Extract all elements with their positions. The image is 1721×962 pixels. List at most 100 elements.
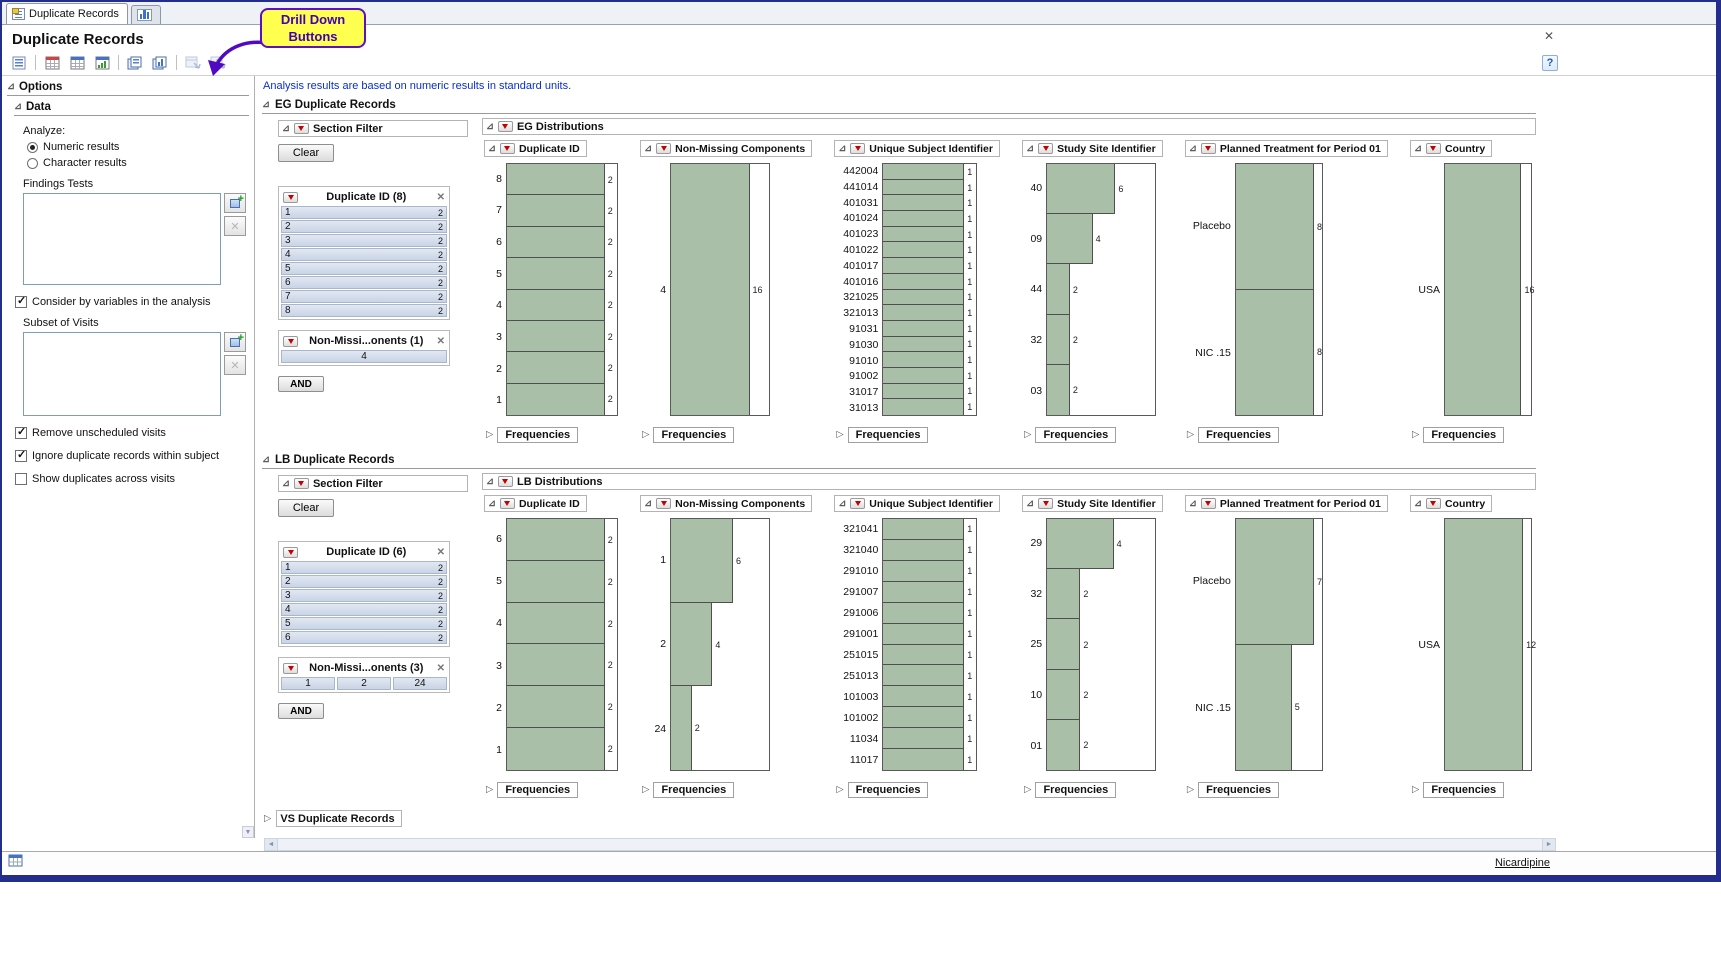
histogram-bar[interactable] <box>1236 645 1292 771</box>
findings-tests-listbox[interactable] <box>23 193 221 285</box>
frequencies-button[interactable]: Frequencies <box>848 427 929 443</box>
red-triangle-menu-icon[interactable] <box>283 192 298 203</box>
filter-item[interactable]: 82 <box>281 304 447 317</box>
filter-item[interactable]: 32 <box>281 234 447 247</box>
red-triangle-menu-icon[interactable] <box>1038 143 1053 154</box>
disclosure-collapsed-icon[interactable] <box>642 430 649 440</box>
histogram-bar[interactable] <box>883 195 964 211</box>
histogram-bar[interactable] <box>1236 164 1314 290</box>
filter-item[interactable]: 2 <box>337 677 391 690</box>
histogram-bar[interactable] <box>883 211 964 227</box>
histogram-bar[interactable] <box>883 519 964 540</box>
radio-numeric-results[interactable]: Numeric results <box>27 141 249 153</box>
histogram-plot[interactable]: 16 <box>1444 163 1532 416</box>
options-header[interactable]: Options <box>7 79 249 96</box>
red-triangle-menu-icon[interactable] <box>500 498 515 509</box>
histogram-bar[interactable] <box>883 258 964 274</box>
disclosure-expanded-icon[interactable] <box>1026 144 1034 154</box>
histogram-bar[interactable] <box>507 603 605 645</box>
histogram-bar[interactable] <box>1445 519 1523 770</box>
histogram-bar[interactable] <box>671 519 733 603</box>
histogram-bar[interactable] <box>1047 569 1080 619</box>
disclosure-expanded-icon[interactable] <box>7 82 15 92</box>
disclosure-collapsed-icon[interactable] <box>1412 785 1419 795</box>
histogram-bar[interactable] <box>883 707 964 728</box>
histogram-plot[interactable]: 111111111111 <box>882 518 977 771</box>
frequencies-button[interactable]: Frequencies <box>1035 427 1116 443</box>
close-icon[interactable]: ✕ <box>1544 29 1554 43</box>
red-triangle-menu-icon[interactable] <box>294 123 309 134</box>
red-triangle-menu-icon[interactable] <box>656 143 671 154</box>
disclosure-collapsed-icon[interactable] <box>1024 430 1031 440</box>
histogram-bar[interactable] <box>1047 670 1080 720</box>
collapsed-section-header[interactable]: VS Duplicate Records <box>276 810 401 827</box>
help-button[interactable]: ? <box>1542 55 1558 71</box>
disclosure-expanded-icon[interactable] <box>486 477 494 487</box>
disclosure-collapsed-icon[interactable] <box>486 430 493 440</box>
histogram-bar[interactable] <box>883 665 964 686</box>
disclosure-expanded-icon[interactable] <box>488 499 496 509</box>
histogram-bar[interactable] <box>1047 315 1070 365</box>
add-findings-tests-button[interactable]: + <box>224 193 246 213</box>
filter-item[interactable]: 22 <box>281 575 447 588</box>
red-triangle-menu-icon[interactable] <box>1201 143 1216 154</box>
show-report-icon[interactable] <box>126 55 144 71</box>
red-triangle-menu-icon[interactable] <box>1426 143 1441 154</box>
close-filter-icon[interactable]: ✕ <box>437 336 445 347</box>
horizontal-scrollbar[interactable]: ◄ ► <box>264 838 1556 851</box>
histogram-bar[interactable] <box>883 274 964 290</box>
histogram-bar[interactable] <box>507 384 605 415</box>
show-graph-icon[interactable] <box>151 55 169 71</box>
histogram-bar[interactable] <box>671 686 692 770</box>
disclosure-expanded-icon[interactable] <box>282 124 290 134</box>
histogram-bar[interactable] <box>883 180 964 196</box>
add-subset-visits-button[interactable]: + <box>224 332 246 352</box>
red-triangle-menu-icon[interactable] <box>498 476 513 487</box>
histogram-bar[interactable] <box>883 686 964 707</box>
histogram-plot[interactable]: 22222222 <box>506 163 618 416</box>
filter-item[interactable]: 52 <box>281 262 447 275</box>
disclosure-expanded-icon[interactable] <box>1189 144 1197 154</box>
drill-down-graph-icon[interactable] <box>209 55 227 71</box>
clear-button[interactable]: Clear <box>278 499 334 517</box>
histogram-plot[interactable]: 64222 <box>1046 163 1156 416</box>
radio-selected-icon[interactable] <box>27 142 38 153</box>
red-triangle-menu-icon[interactable] <box>1038 498 1053 509</box>
histogram-bar[interactable] <box>1047 519 1113 569</box>
histogram-bar[interactable] <box>507 195 605 226</box>
data-table-chart-icon[interactable] <box>93 55 111 71</box>
data-header[interactable]: Data <box>14 99 249 116</box>
histogram-bar[interactable] <box>883 164 964 180</box>
report-icon[interactable] <box>10 55 28 71</box>
close-filter-icon[interactable]: ✕ <box>437 192 445 203</box>
histogram-bar[interactable] <box>507 644 605 686</box>
drill-down-table-icon[interactable] <box>184 55 202 71</box>
histogram-bar[interactable] <box>507 352 605 383</box>
tab-duplicate-records[interactable]: Duplicate Records <box>6 3 128 24</box>
filter-item[interactable]: 24 <box>393 677 447 690</box>
filter-item[interactable]: 12 <box>281 561 447 574</box>
histogram-bar[interactable] <box>507 686 605 728</box>
scroll-left-arrow-icon[interactable]: ◄ <box>265 839 278 850</box>
histogram-bar[interactable] <box>507 561 605 603</box>
filter-item[interactable]: 1 <box>281 677 335 690</box>
histogram-bar[interactable] <box>883 749 964 770</box>
disclosure-expanded-icon[interactable] <box>14 102 22 112</box>
remove-findings-tests-button[interactable]: ✕ <box>224 216 246 236</box>
frequencies-button[interactable]: Frequencies <box>653 427 734 443</box>
red-triangle-menu-icon[interactable] <box>498 121 513 132</box>
disclosure-expanded-icon[interactable] <box>838 499 846 509</box>
red-triangle-menu-icon[interactable] <box>500 143 515 154</box>
histogram-bar[interactable] <box>507 258 605 289</box>
disclosure-collapsed-icon[interactable] <box>1412 430 1419 440</box>
histogram-plot[interactable]: 12 <box>1444 518 1532 771</box>
radio-character-results[interactable]: Character results <box>27 157 249 169</box>
histogram-bar[interactable] <box>1445 164 1521 415</box>
red-triangle-menu-icon[interactable] <box>283 336 298 347</box>
disclosure-expanded-icon[interactable] <box>262 100 270 110</box>
disclosure-collapsed-icon[interactable] <box>264 814 271 824</box>
filter-item[interactable]: 42 <box>281 603 447 616</box>
frequencies-button[interactable]: Frequencies <box>1423 427 1504 443</box>
checkbox-unchecked-icon[interactable] <box>15 473 27 485</box>
histogram-bar[interactable] <box>1236 519 1314 645</box>
